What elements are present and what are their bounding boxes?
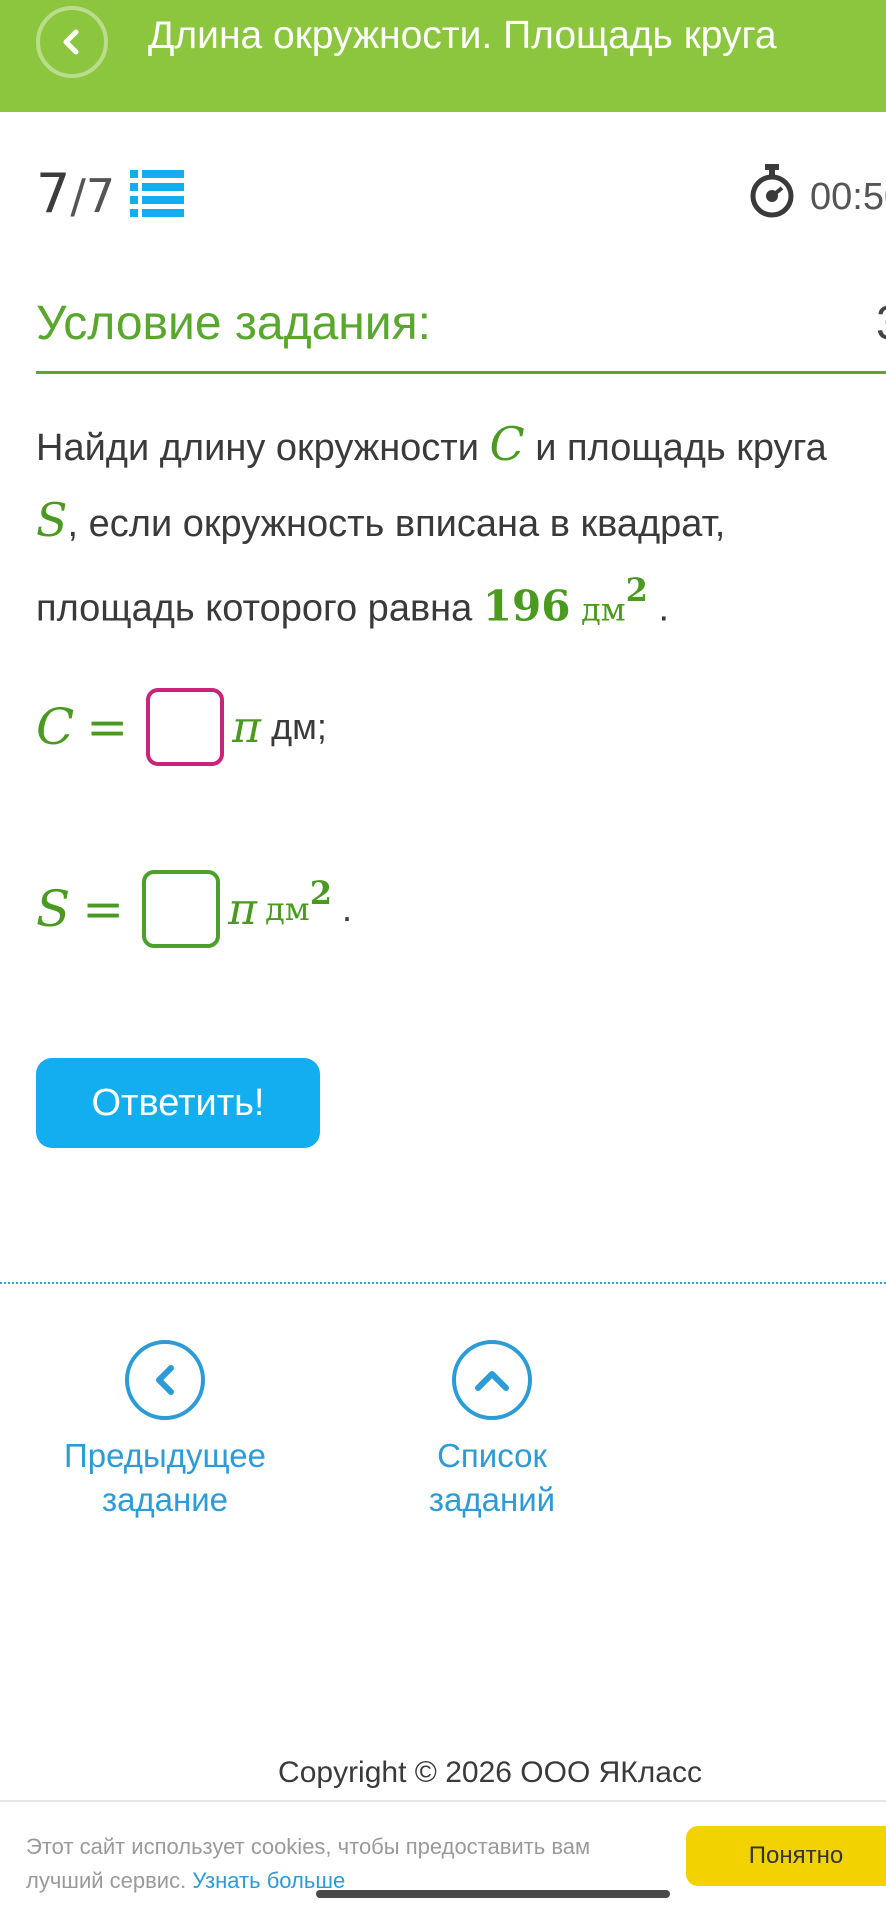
answer-equals: = — [82, 880, 125, 938]
cookie-text: Этот сайт использует cookies, чтобы пред… — [26, 1830, 666, 1898]
chevron-left-icon — [156, 1365, 174, 1395]
page: Длина окружности. Площадь круга 7/7 00:5… — [0, 0, 886, 1920]
task-list-link[interactable]: Список заданий — [372, 1340, 612, 1522]
answer-unit-exponent: 2 — [309, 874, 332, 912]
answer-unit-s: дм — [265, 890, 310, 928]
answer-row-s: S = π дм 2 . — [36, 864, 352, 954]
answer-var-s: S — [36, 880, 71, 938]
answer-row-c: C = π дм; — [36, 682, 327, 772]
timer-value: 00:50 — [810, 176, 886, 218]
answer-unit-c: дм; — [271, 706, 327, 747]
task-counter: 7/7 — [36, 162, 115, 225]
section-divider — [36, 371, 886, 374]
page-title: Длина окружности. Площадь круга — [148, 14, 777, 57]
task-list-circle[interactable] — [452, 1340, 532, 1420]
task-total: /7 — [70, 169, 116, 223]
area-value: 196 — [482, 581, 571, 631]
var-s: S — [36, 493, 68, 547]
cookie-banner: Этот сайт использует cookies, чтобы пред… — [0, 1800, 886, 1920]
back-button[interactable] — [36, 6, 108, 78]
submit-button[interactable]: Ответить! — [36, 1058, 320, 1148]
problem-text: Найди длину окружности C и площадь круга… — [36, 408, 866, 646]
stopwatch-icon — [750, 164, 794, 218]
list-icon[interactable] — [130, 166, 184, 220]
answer-period: . — [341, 888, 352, 929]
top-bar: Длина окружности. Площадь круга — [0, 0, 886, 112]
answer-equals: = — [86, 698, 129, 756]
answer-var-c: C — [36, 698, 75, 756]
problem-part2: и площадь круга — [524, 427, 827, 469]
previous-task-link[interactable]: Предыдущее задание — [60, 1340, 270, 1522]
section-title: Условие задания: — [36, 297, 431, 350]
copyright: Copyright © 2026 ООО ЯКласс — [278, 1756, 702, 1789]
problem-part1: Найди длину окружности — [36, 427, 490, 469]
points-value: 3 — [876, 296, 886, 351]
previous-label-line2[interactable]: задание — [60, 1478, 270, 1522]
cookie-accept-button[interactable]: Понятно — [686, 1826, 886, 1886]
task-list-label[interactable]: Список заданий — [372, 1434, 612, 1522]
answer-pi: π — [232, 701, 262, 753]
area-unit: дм — [581, 590, 626, 629]
answer-input-s[interactable] — [142, 870, 221, 948]
answer-input-c[interactable] — [146, 688, 225, 766]
previous-circle[interactable] — [125, 1340, 205, 1420]
previous-label-line1[interactable]: Предыдущее — [60, 1434, 270, 1478]
divider — [0, 1282, 886, 1284]
task-current: 7 — [36, 162, 71, 225]
home-indicator[interactable] — [316, 1890, 670, 1898]
chevron-up-icon — [475, 1371, 509, 1391]
var-c: C — [489, 417, 525, 471]
chevron-left-icon — [63, 29, 79, 55]
problem-part4: . — [647, 587, 670, 630]
area-exponent: 2 — [625, 571, 648, 609]
answer-pi: π — [228, 883, 258, 935]
